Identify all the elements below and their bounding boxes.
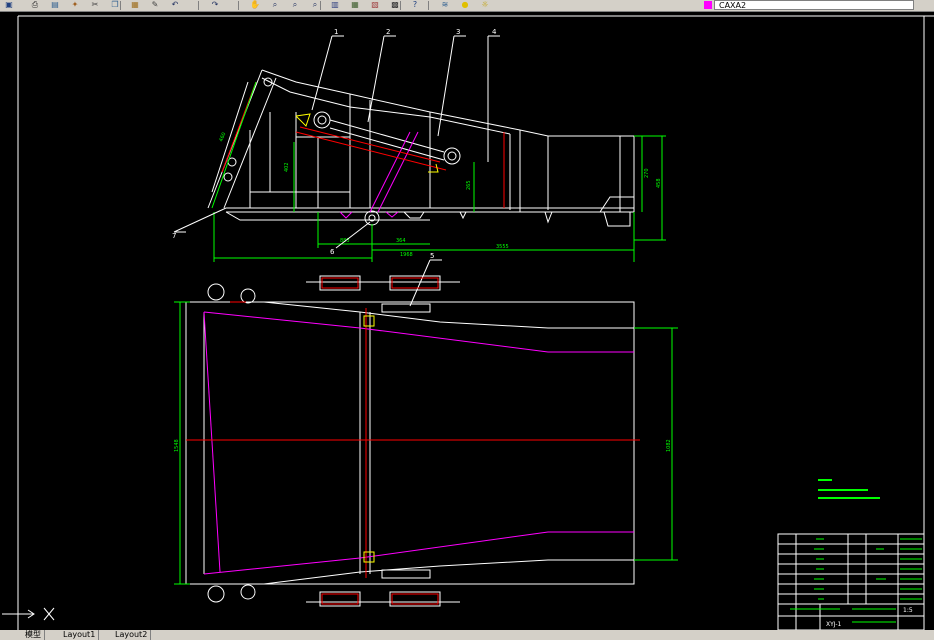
plan-accents bbox=[186, 277, 640, 605]
dim-h2: 265 bbox=[466, 180, 472, 190]
pan-icon[interactable]: ✋ bbox=[248, 0, 262, 10]
layer-manager-icon[interactable]: ≋ bbox=[438, 0, 452, 10]
layer-color-swatch[interactable] bbox=[704, 1, 712, 9]
help-icon[interactable]: ? bbox=[408, 0, 422, 10]
zoom-realtime-icon[interactable]: ⌕ bbox=[268, 0, 282, 10]
dim-b3: 1968 bbox=[400, 252, 413, 258]
dim-left-slant: 460 bbox=[218, 132, 227, 143]
dim-plan-right: 1082 bbox=[666, 439, 672, 452]
redo-icon[interactable]: ↷ bbox=[208, 0, 222, 10]
match-properties-icon[interactable]: ✎ bbox=[148, 0, 162, 10]
tab-layout2[interactable]: Layout2 bbox=[112, 630, 152, 640]
dim-b2: 364 bbox=[396, 238, 406, 244]
tab-model[interactable]: 模型 bbox=[22, 630, 45, 640]
balloon-4: 4 bbox=[492, 28, 497, 36]
dim-b4: 3555 bbox=[496, 244, 509, 250]
plan-dimension-text: 1548 1082 bbox=[174, 439, 672, 452]
balloon-6: 6 bbox=[330, 248, 335, 256]
dim-right-v2: 458 bbox=[656, 178, 662, 188]
zoom-previous-icon[interactable]: ⌕ bbox=[308, 0, 322, 10]
toolbar-separator bbox=[428, 1, 429, 10]
undo-icon[interactable]: ↶ bbox=[168, 0, 182, 10]
balloon-7: 7 bbox=[172, 232, 176, 240]
standard-toolbar: ▣ ⎙ ▤ ✦ ✂ ❐ ▦ ✎ ↶ ↷ ✋ ⌕ ⌕ ⌕ ▥ ▦ ▧ ▩? ≋ ● ☼ CAXA2 bbox=[0, 0, 934, 12]
balloon-3: 3 bbox=[456, 28, 460, 36]
cut-icon[interactable]: ✂ bbox=[88, 0, 102, 10]
balloon-2: 2 bbox=[386, 28, 390, 36]
technical-notes bbox=[818, 479, 880, 499]
layout-tab-bar: 模型 Layout1 Layout2 bbox=[0, 630, 934, 640]
plan-view bbox=[185, 275, 635, 607]
tab-layout1[interactable]: Layout1 bbox=[60, 630, 100, 640]
title-block-scale: 1:5 bbox=[903, 607, 913, 614]
title-block bbox=[777, 533, 925, 631]
elevation-dimensions bbox=[211, 81, 666, 262]
layer-dropdown[interactable]: CAXA2 bbox=[714, 0, 914, 10]
elevation-view bbox=[207, 69, 635, 227]
ucs-icon bbox=[2, 607, 55, 621]
plot-preview-icon[interactable]: ▤ bbox=[48, 0, 62, 10]
design-center-icon[interactable]: ▦ bbox=[348, 0, 362, 10]
title-block-drawing-no: XYJ-1 bbox=[826, 621, 841, 628]
toolbar-separator bbox=[198, 1, 199, 10]
balloon-5: 5 bbox=[430, 252, 434, 260]
copy-icon[interactable]: ❐ bbox=[108, 0, 122, 10]
balloon-labels: 1 2 3 4 5 6 7 bbox=[172, 28, 497, 260]
publish-icon[interactable]: ✦ bbox=[68, 0, 82, 10]
cad-drawing[interactable]: 460 402 265 270 458 883 364 1968 3555 1 … bbox=[0, 12, 934, 632]
layer-sun-icon[interactable]: ☼ bbox=[478, 0, 492, 10]
elevation-accents bbox=[221, 81, 505, 219]
print-icon[interactable]: ⎙ bbox=[28, 0, 42, 10]
drawing-frame bbox=[17, 15, 934, 630]
save-icon[interactable]: ▣ bbox=[2, 0, 16, 10]
properties-icon[interactable]: ▥ bbox=[328, 0, 342, 10]
calculator-icon[interactable]: ▩ bbox=[388, 0, 402, 10]
paste-icon[interactable]: ▦ bbox=[128, 0, 142, 10]
plan-dimensions bbox=[174, 301, 678, 585]
model-space-canvas[interactable]: 460 402 265 270 458 883 364 1968 3555 1 … bbox=[0, 12, 934, 632]
zoom-window-icon[interactable]: ⌕ bbox=[288, 0, 302, 10]
dim-right-v1: 270 bbox=[644, 168, 650, 178]
toolbar-separator bbox=[238, 1, 239, 10]
dim-h1: 402 bbox=[284, 162, 290, 172]
dim-plan-left: 1548 bbox=[174, 439, 180, 452]
tool-palettes-icon[interactable]: ▧ bbox=[368, 0, 382, 10]
balloon-1: 1 bbox=[334, 28, 338, 36]
layer-bulb-icon[interactable]: ● bbox=[458, 0, 472, 10]
